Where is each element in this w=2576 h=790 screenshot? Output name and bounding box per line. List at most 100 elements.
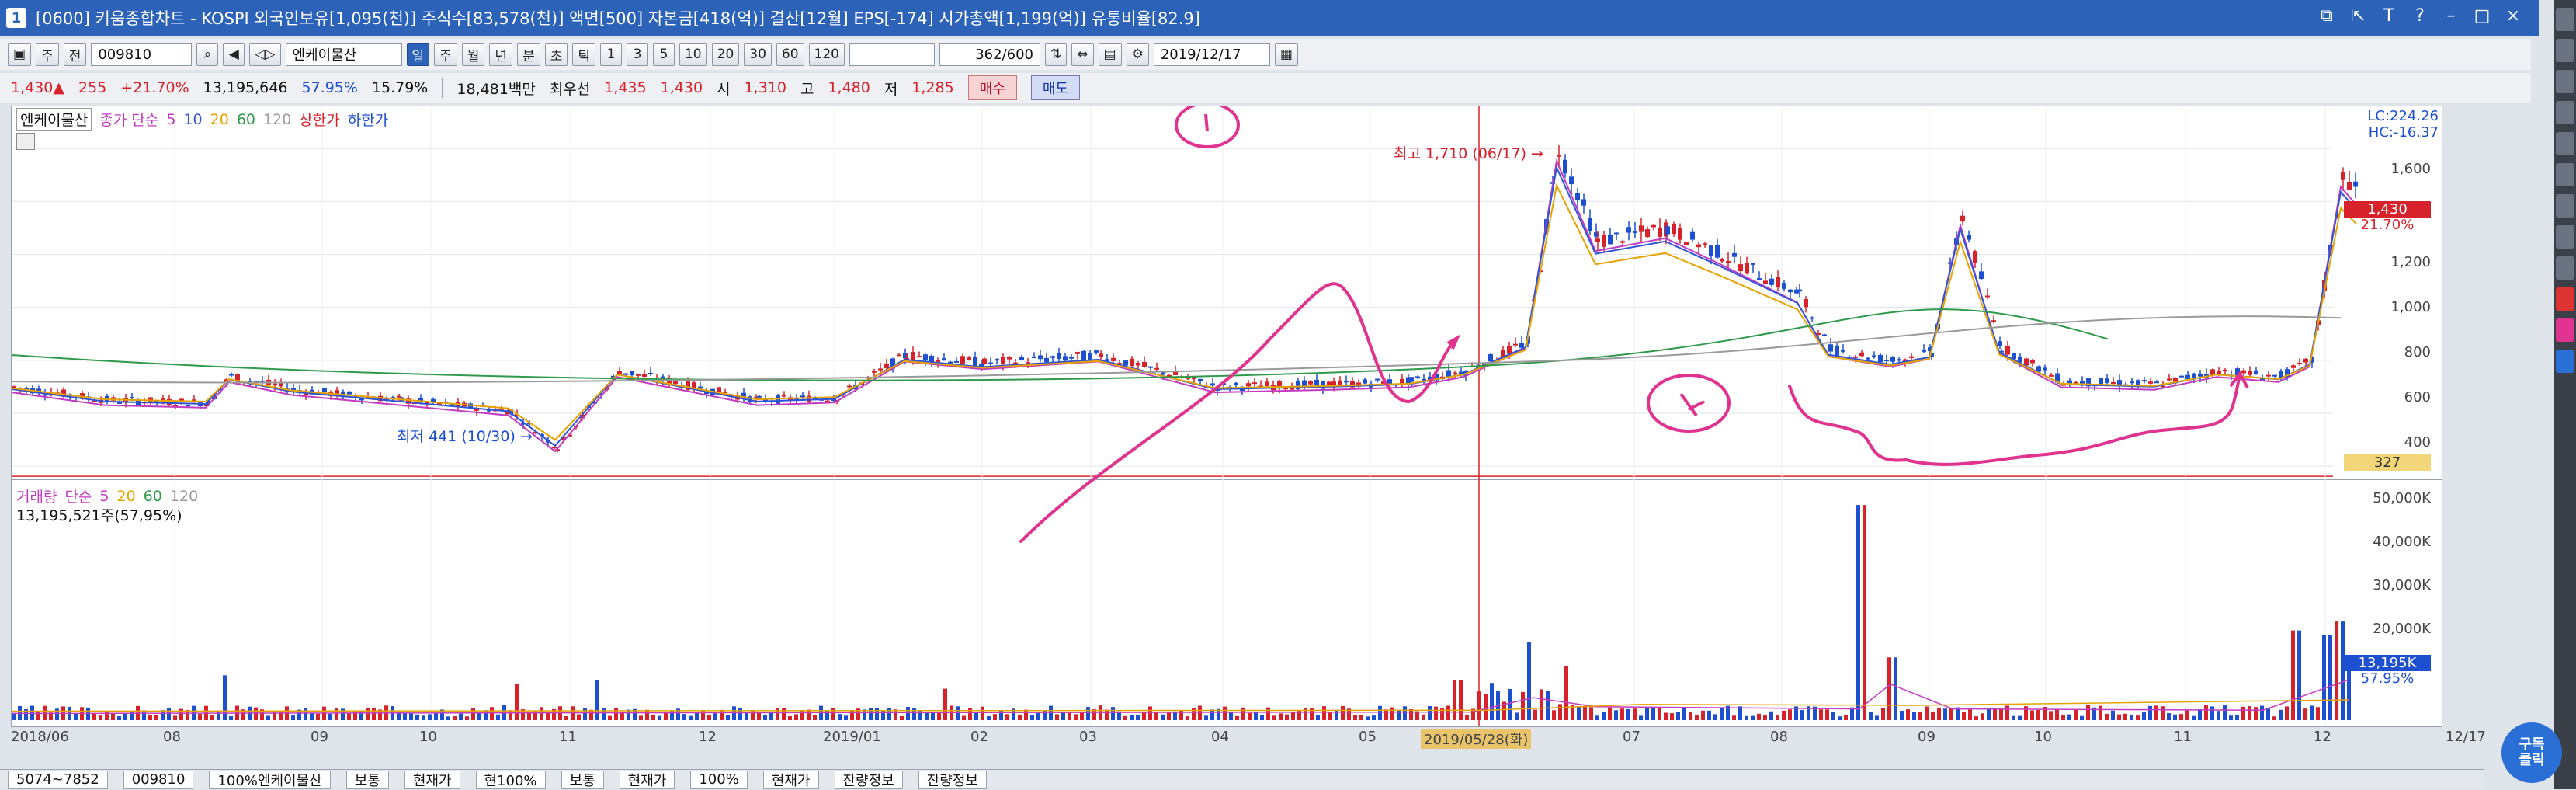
close-icon[interactable]: × [2503,5,2523,28]
status-cell[interactable]: 잔량정보 [834,770,903,789]
status-cell[interactable]: 잔량정보 [918,770,987,789]
period-tab-year[interactable]: 년 [489,43,513,66]
volume-bar [2192,715,2196,720]
legend-lower-limit[interactable]: 하한가 [348,109,388,130]
interval-5[interactable]: 5 [652,43,675,66]
zoom-icon[interactable]: ⇔ [1071,43,1094,66]
eraser-icon[interactable] [2556,101,2574,124]
period-tab-week[interactable]: 주 [434,43,457,66]
legend-stock-name[interactable]: 엔케이물산 [16,108,92,131]
trash-icon[interactable] [2556,194,2574,218]
status-cell[interactable]: 현100% [475,770,546,789]
interval-60[interactable]: 60 [776,43,804,66]
interval-20[interactable]: 20 [711,43,740,66]
prev-next-icon[interactable]: ◁▷ [249,43,281,66]
volume-bar [1639,715,1643,720]
chart-area[interactable]: 엔케이물산 종가 단순 5 10 20 60 120 상한가 하한가 LC:22… [11,106,2442,727]
undo-icon[interactable] [2556,163,2574,186]
volume-bar [614,708,618,720]
period-tab-second[interactable]: 초 [544,43,568,66]
eye-icon[interactable] [2556,39,2574,62]
status-cell[interactable]: 현재가 [619,770,675,789]
help-icon[interactable]: ? [2410,5,2430,28]
chart-canvas[interactable] [12,106,2442,726]
pen-icon[interactable] [2556,70,2574,93]
candle-body [2248,371,2252,375]
volume-bar [279,710,283,720]
volume-bar [2055,708,2059,720]
status-cell[interactable]: 현재가 [762,770,819,789]
interval-3[interactable]: 3 [626,43,648,66]
status-cell[interactable]: 100%엔케이물산 [209,770,331,789]
chart-type-icon[interactable]: ⇅ [1045,43,1068,66]
pin-icon[interactable]: ⇱ [2348,5,2368,28]
volume-bar [1819,709,1823,720]
period-tab-month[interactable]: 월 [461,43,485,66]
candle-body [1626,227,1631,233]
candle-body [1265,381,1269,386]
candle-body [1453,372,1457,374]
volume-bar [2030,710,2034,720]
period-tab-tick[interactable]: 틱 [572,43,595,66]
search-icon[interactable]: ⌕ [196,43,219,66]
grid-toggle-icon[interactable] [16,133,35,150]
speaker-icon[interactable]: ◀ [223,43,245,66]
stock-name-field[interactable]: 엔케이물산 [285,43,402,66]
minimize-icon[interactable]: – [2441,5,2461,28]
calendar-icon[interactable]: ▦ [1274,43,1298,66]
candle-body [1745,263,1749,274]
legend-upper-limit[interactable]: 상한가 [299,109,339,130]
camera-icon[interactable] [2556,225,2574,249]
window-titlebar[interactable]: 1 [0600] 키움종합차트 - KOSPI 외국인보유[1,095(천)] … [0,0,2539,36]
status-cell[interactable]: 100% [690,770,748,789]
interval-custom-input[interactable] [849,43,935,66]
legend-volume[interactable]: 거래량 [16,485,57,506]
color-pink-swatch[interactable] [2556,318,2574,342]
volume-bar [906,707,910,720]
count-input[interactable]: 362 /600 [939,43,1040,66]
candle-body [1308,381,1313,385]
volume-bar [2241,706,2245,720]
interval-10[interactable]: 10 [679,43,707,66]
status-cell[interactable]: 5074~7852 [8,770,108,789]
list-icon[interactable] [2556,256,2574,280]
dot-icon[interactable] [2556,132,2574,155]
candle-body [1835,346,1839,357]
color-blue-swatch[interactable] [2556,350,2574,373]
date-input[interactable]: 2019/12/17 [1153,43,1270,66]
volume-bar [1186,716,1189,720]
restore-icon[interactable]: ⧉ [2317,5,2337,28]
interval-120[interactable]: 120 [808,43,845,66]
cursor-icon[interactable] [2556,8,2574,31]
interval-30[interactable]: 30 [744,43,772,66]
status-cell[interactable]: 보통 [345,770,389,789]
period-tab-day[interactable]: 일 [406,43,430,66]
settings-gear-icon[interactable]: ⚙ [1126,43,1149,66]
legend-ma-label[interactable]: 종가 단순 [99,109,158,130]
status-cell[interactable]: 보통 [561,770,604,789]
legend-volume-ma[interactable]: 단순 [64,485,92,506]
interval-1[interactable]: 1 [599,43,622,66]
volume-bar [869,707,873,720]
buy-button[interactable]: 매수 [967,75,1017,100]
market-select[interactable]: 주 [36,43,59,66]
layout-icon[interactable]: ▣ [8,43,32,66]
status-cell[interactable]: 현재가 [404,770,460,789]
color-red-swatch[interactable] [2556,287,2574,311]
save-icon[interactable]: ▤ [1098,43,1122,66]
drawing-toolbar [2554,0,2576,789]
maximize-icon[interactable]: □ [2472,5,2492,28]
current-price: 1,430▲ [11,79,65,96]
status-cell[interactable]: 009810 [123,770,194,789]
volume-bar [173,715,177,720]
candle-body [1148,366,1153,368]
font-icon[interactable]: T [2379,5,2399,28]
subscribe-badge[interactable]: 구독 클릭 [2501,722,2562,783]
x-axis-label: 02 [970,729,988,745]
sell-button[interactable]: 매도 [1030,75,1080,100]
period-tab-minute[interactable]: 분 [517,43,540,66]
all-button[interactable]: 전 [63,43,87,66]
volume-bar [943,688,947,720]
stock-code-input[interactable]: 009810 [91,43,193,66]
volume-bar [1651,707,1655,720]
